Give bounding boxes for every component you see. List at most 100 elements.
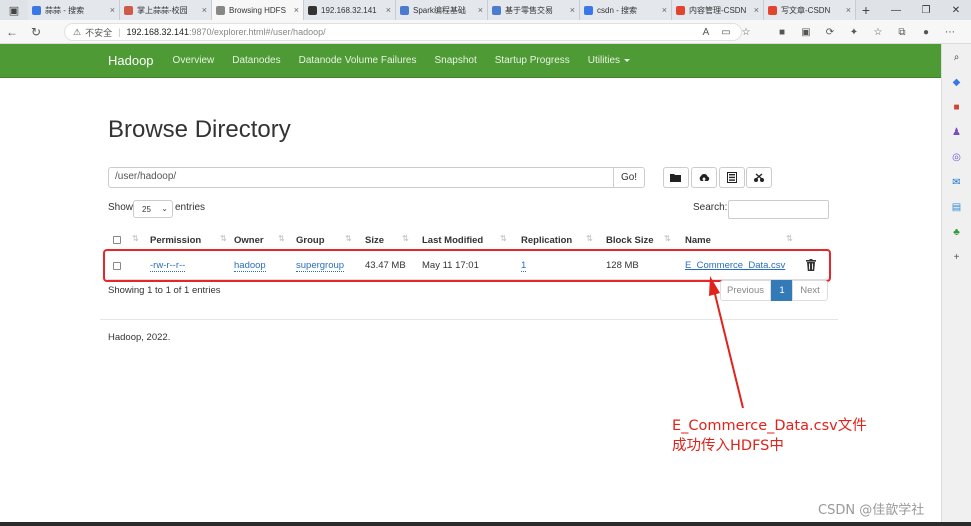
upload-icon[interactable]: [691, 167, 717, 188]
back-icon[interactable]: ←: [0, 20, 24, 44]
page-length-select[interactable]: 25 ⌄: [133, 200, 173, 218]
tab-close-icon[interactable]: ×: [754, 5, 759, 15]
go-button[interactable]: Go!: [613, 167, 645, 188]
browser-tab[interactable]: 写文章-CSDN ×: [764, 0, 856, 20]
add-icon[interactable]: +: [950, 250, 964, 264]
cut-paste-icon[interactable]: [746, 167, 772, 188]
games-icon[interactable]: ♟: [950, 125, 964, 139]
tab-favicon-icon: [308, 5, 317, 15]
sort-icon[interactable]: ⇅: [586, 234, 593, 243]
new-tab-button[interactable]: +: [856, 0, 876, 20]
column-permission[interactable]: Permission: [150, 235, 201, 246]
favorite-icon[interactable]: ☆: [736, 27, 756, 38]
directory-input[interactable]: /user/hadoop/: [108, 167, 614, 188]
sort-icon[interactable]: ⇅: [345, 234, 352, 243]
tab-close-icon[interactable]: ×: [846, 5, 851, 15]
column-group[interactable]: Group: [296, 235, 325, 246]
sort-icon[interactable]: ⇅: [220, 234, 227, 243]
list-view-icon[interactable]: [719, 167, 745, 188]
tab-close-icon[interactable]: ×: [294, 5, 299, 15]
wallet-icon[interactable]: ▣: [794, 27, 818, 38]
window-controls: — ❐ ✕: [881, 0, 971, 20]
puzzle-icon[interactable]: ✦: [842, 27, 866, 38]
outlook-icon[interactable]: ✉: [950, 175, 964, 189]
open-folder-icon[interactable]: [663, 167, 689, 188]
sort-icon[interactable]: ⇅: [132, 234, 139, 243]
nav-overview[interactable]: Overview: [173, 55, 215, 66]
nav-startup-progress[interactable]: Startup Progress: [495, 55, 570, 66]
address-field[interactable]: ⚠ 不安全 | 192.168.32.141:9870/explorer.htm…: [64, 23, 742, 41]
address-path: :9870/explorer.html#/user/hadoop/: [189, 27, 326, 37]
profile-icon[interactable]: ●: [914, 27, 938, 38]
browser-tab[interactable]: 内容管理-CSDN ×: [672, 0, 764, 20]
annotation-line-1: E_Commerce_Data.csv文件: [672, 418, 867, 434]
more-icon[interactable]: ⋯: [938, 27, 962, 38]
annotation-highlight-box: [103, 249, 831, 282]
browser-tab[interactable]: Spark编程基础 ×: [396, 0, 488, 20]
nav-datanodes[interactable]: Datanodes: [232, 55, 280, 66]
tab-close-icon[interactable]: ×: [386, 5, 391, 15]
page-1-button[interactable]: 1: [771, 280, 793, 301]
tab-favicon-icon: [676, 5, 685, 15]
reader-icon[interactable]: ▭: [716, 27, 736, 38]
column-block-size[interactable]: Block Size: [606, 235, 654, 246]
pagination: Previous 1 Next: [720, 280, 828, 301]
browser-tab[interactable]: 蒜蒜 - 搜索 ×: [28, 0, 120, 20]
browser-tab[interactable]: 192.168.32.141 ×: [304, 0, 396, 20]
read-aloud-icon[interactable]: A: [696, 27, 716, 38]
sort-icon[interactable]: ⇅: [786, 234, 793, 243]
tab-close-icon[interactable]: ×: [478, 5, 483, 15]
column-replication[interactable]: Replication: [521, 235, 572, 246]
minimize-icon[interactable]: —: [881, 0, 911, 20]
extension-icon[interactable]: ■: [770, 27, 794, 38]
office-icon[interactable]: ▤: [950, 200, 964, 214]
caret-down-icon: [624, 58, 631, 62]
tree-icon[interactable]: ♣: [950, 225, 964, 239]
nav-snapshot[interactable]: Snapshot: [434, 55, 476, 66]
search-icon[interactable]: ⌕: [950, 50, 964, 64]
column-name[interactable]: Name: [685, 235, 711, 246]
showing-info: Showing 1 to 1 of 1 entries: [108, 285, 221, 296]
maximize-icon[interactable]: ❐: [911, 0, 941, 20]
previous-button[interactable]: Previous: [720, 280, 771, 301]
navbar-brand[interactable]: Hadoop: [108, 53, 154, 68]
tab-close-icon[interactable]: ×: [202, 5, 207, 15]
sync-icon[interactable]: ⟳: [818, 27, 842, 38]
column-owner[interactable]: Owner: [234, 235, 264, 246]
sort-icon[interactable]: ⇅: [278, 234, 285, 243]
nav-volume-failures[interactable]: Datanode Volume Failures: [299, 55, 417, 66]
select-all-checkbox[interactable]: [113, 236, 121, 244]
tab-favicon-icon: [216, 5, 225, 15]
chevron-down-icon: ⌄: [161, 204, 168, 213]
tab-favicon-icon: [768, 5, 777, 15]
divider: [100, 319, 838, 320]
next-button[interactable]: Next: [792, 280, 828, 301]
browser-tab[interactable]: Browsing HDFS ×: [212, 0, 304, 20]
entries-label: entries: [175, 202, 206, 213]
tab-close-icon[interactable]: ×: [110, 5, 115, 15]
table-header: ⇅ Permission ⇅ Owner ⇅ Group ⇅ Size ⇅ La…: [108, 231, 829, 251]
tab-label: 192.168.32.141: [321, 5, 377, 15]
toolbox-icon[interactable]: ■: [950, 100, 964, 114]
tag-icon[interactable]: ◆: [950, 75, 964, 89]
sort-icon[interactable]: ⇅: [664, 234, 671, 243]
column-size[interactable]: Size: [365, 235, 384, 246]
search-input[interactable]: [728, 200, 829, 219]
page-title: Browse Directory: [108, 116, 291, 143]
copilot-icon[interactable]: ◎: [950, 150, 964, 164]
favorites-icon[interactable]: ☆: [866, 27, 890, 38]
tab-close-icon[interactable]: ×: [570, 5, 575, 15]
sort-icon[interactable]: ⇅: [500, 234, 507, 243]
column-last-modified[interactable]: Last Modified: [422, 235, 483, 246]
refresh-icon[interactable]: ↻: [24, 20, 48, 44]
tab-actions-icon[interactable]: ▣: [0, 0, 28, 20]
sort-icon[interactable]: ⇅: [402, 234, 409, 243]
close-window-icon[interactable]: ✕: [941, 0, 971, 20]
collections-icon[interactable]: ⧉: [890, 27, 914, 38]
browser-tab[interactable]: csdn - 搜索 ×: [580, 0, 672, 20]
nav-utilities[interactable]: Utilities: [588, 55, 631, 66]
browser-tab[interactable]: 基于零售交易 ×: [488, 0, 580, 20]
tab-favicon-icon: [492, 5, 501, 15]
browser-tab[interactable]: 掌上蒜蒜-校园 ×: [120, 0, 212, 20]
tab-close-icon[interactable]: ×: [662, 5, 667, 15]
